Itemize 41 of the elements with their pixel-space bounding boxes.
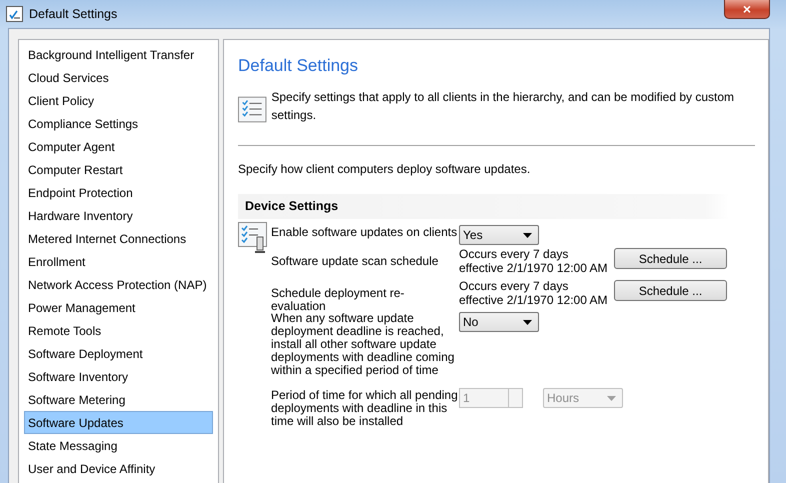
schedule-button[interactable]: Schedule ... [614, 248, 727, 270]
sidebar-item[interactable]: Remote Tools [24, 319, 213, 342]
close-button[interactable]: × [724, 0, 770, 19]
setting-label: Schedule deployment re-evaluation [271, 285, 404, 310]
dropdown[interactable]: Yes [459, 225, 539, 246]
sidebar-item[interactable]: Computer Agent [24, 135, 213, 158]
window-title: Default Settings [29, 6, 118, 23]
sidebar-item[interactable]: Software Updates [24, 411, 213, 434]
sidebar-item[interactable]: State Messaging [24, 434, 213, 457]
sidebar-item[interactable]: Cloud Services [24, 66, 213, 89]
checklist-icon [238, 96, 268, 124]
schedule-button[interactable]: Schedule ... [614, 280, 727, 302]
sidebar-item[interactable]: Software Inventory [24, 365, 213, 388]
dropdown[interactable]: No [459, 312, 539, 332]
checklist-icon [6, 6, 23, 22]
sidebar-item[interactable]: Client Policy [24, 89, 213, 112]
sidebar-item[interactable]: Software Deployment [24, 342, 213, 365]
setting-label: When any software update deployment deadline is reached, install all other software update deployments with deadline coming within a specified period of time [271, 310, 456, 380]
sidebar-item[interactable]: Compliance Settings [24, 112, 213, 135]
sidebar-item[interactable]: Network Access Protection (NAP) [24, 273, 213, 296]
sidebar-item[interactable]: Background Intelligent Transfer [24, 43, 213, 66]
sidebar-item[interactable]: Enrollment [24, 250, 213, 273]
schedule-text: Occurs every 7 days effective 2/1/1970 12:00 AM [459, 279, 609, 308]
sidebar-item[interactable]: User and Device Affinity [24, 457, 213, 480]
sidebar-item[interactable]: Power Management [24, 296, 213, 319]
intro-text: Specify settings that apply to all clients in the hierarchy, and can be modified by custom settings. [271, 89, 736, 124]
sidebar-item[interactable]: Software Metering [24, 388, 213, 411]
sidebar-item[interactable]: Endpoint Protection [24, 181, 213, 204]
checklist-icon [238, 222, 269, 254]
description-text: Specify how client computers deploy software updates. [238, 161, 532, 178]
sidebar-item[interactable]: Hardware Inventory [24, 204, 213, 227]
schedule-text: Occurs every 7 days effective 2/1/1970 12:00 AM [459, 247, 609, 276]
caret-icon [523, 232, 532, 238]
sidebar-item[interactable]: Computer Restart [24, 158, 213, 181]
setting-label: Software update scan schedule [271, 253, 440, 270]
setting-label: Enable software updates on clients [271, 224, 458, 242]
sidebar-item[interactable]: Metered Internet Connections [24, 227, 213, 250]
caret-icon [607, 396, 616, 401]
page-heading: Default Settings [238, 56, 360, 76]
caret-icon [523, 320, 532, 325]
setting-label: Period of time for which all pending deployments with deadline in this time will also be installed [271, 387, 459, 430]
